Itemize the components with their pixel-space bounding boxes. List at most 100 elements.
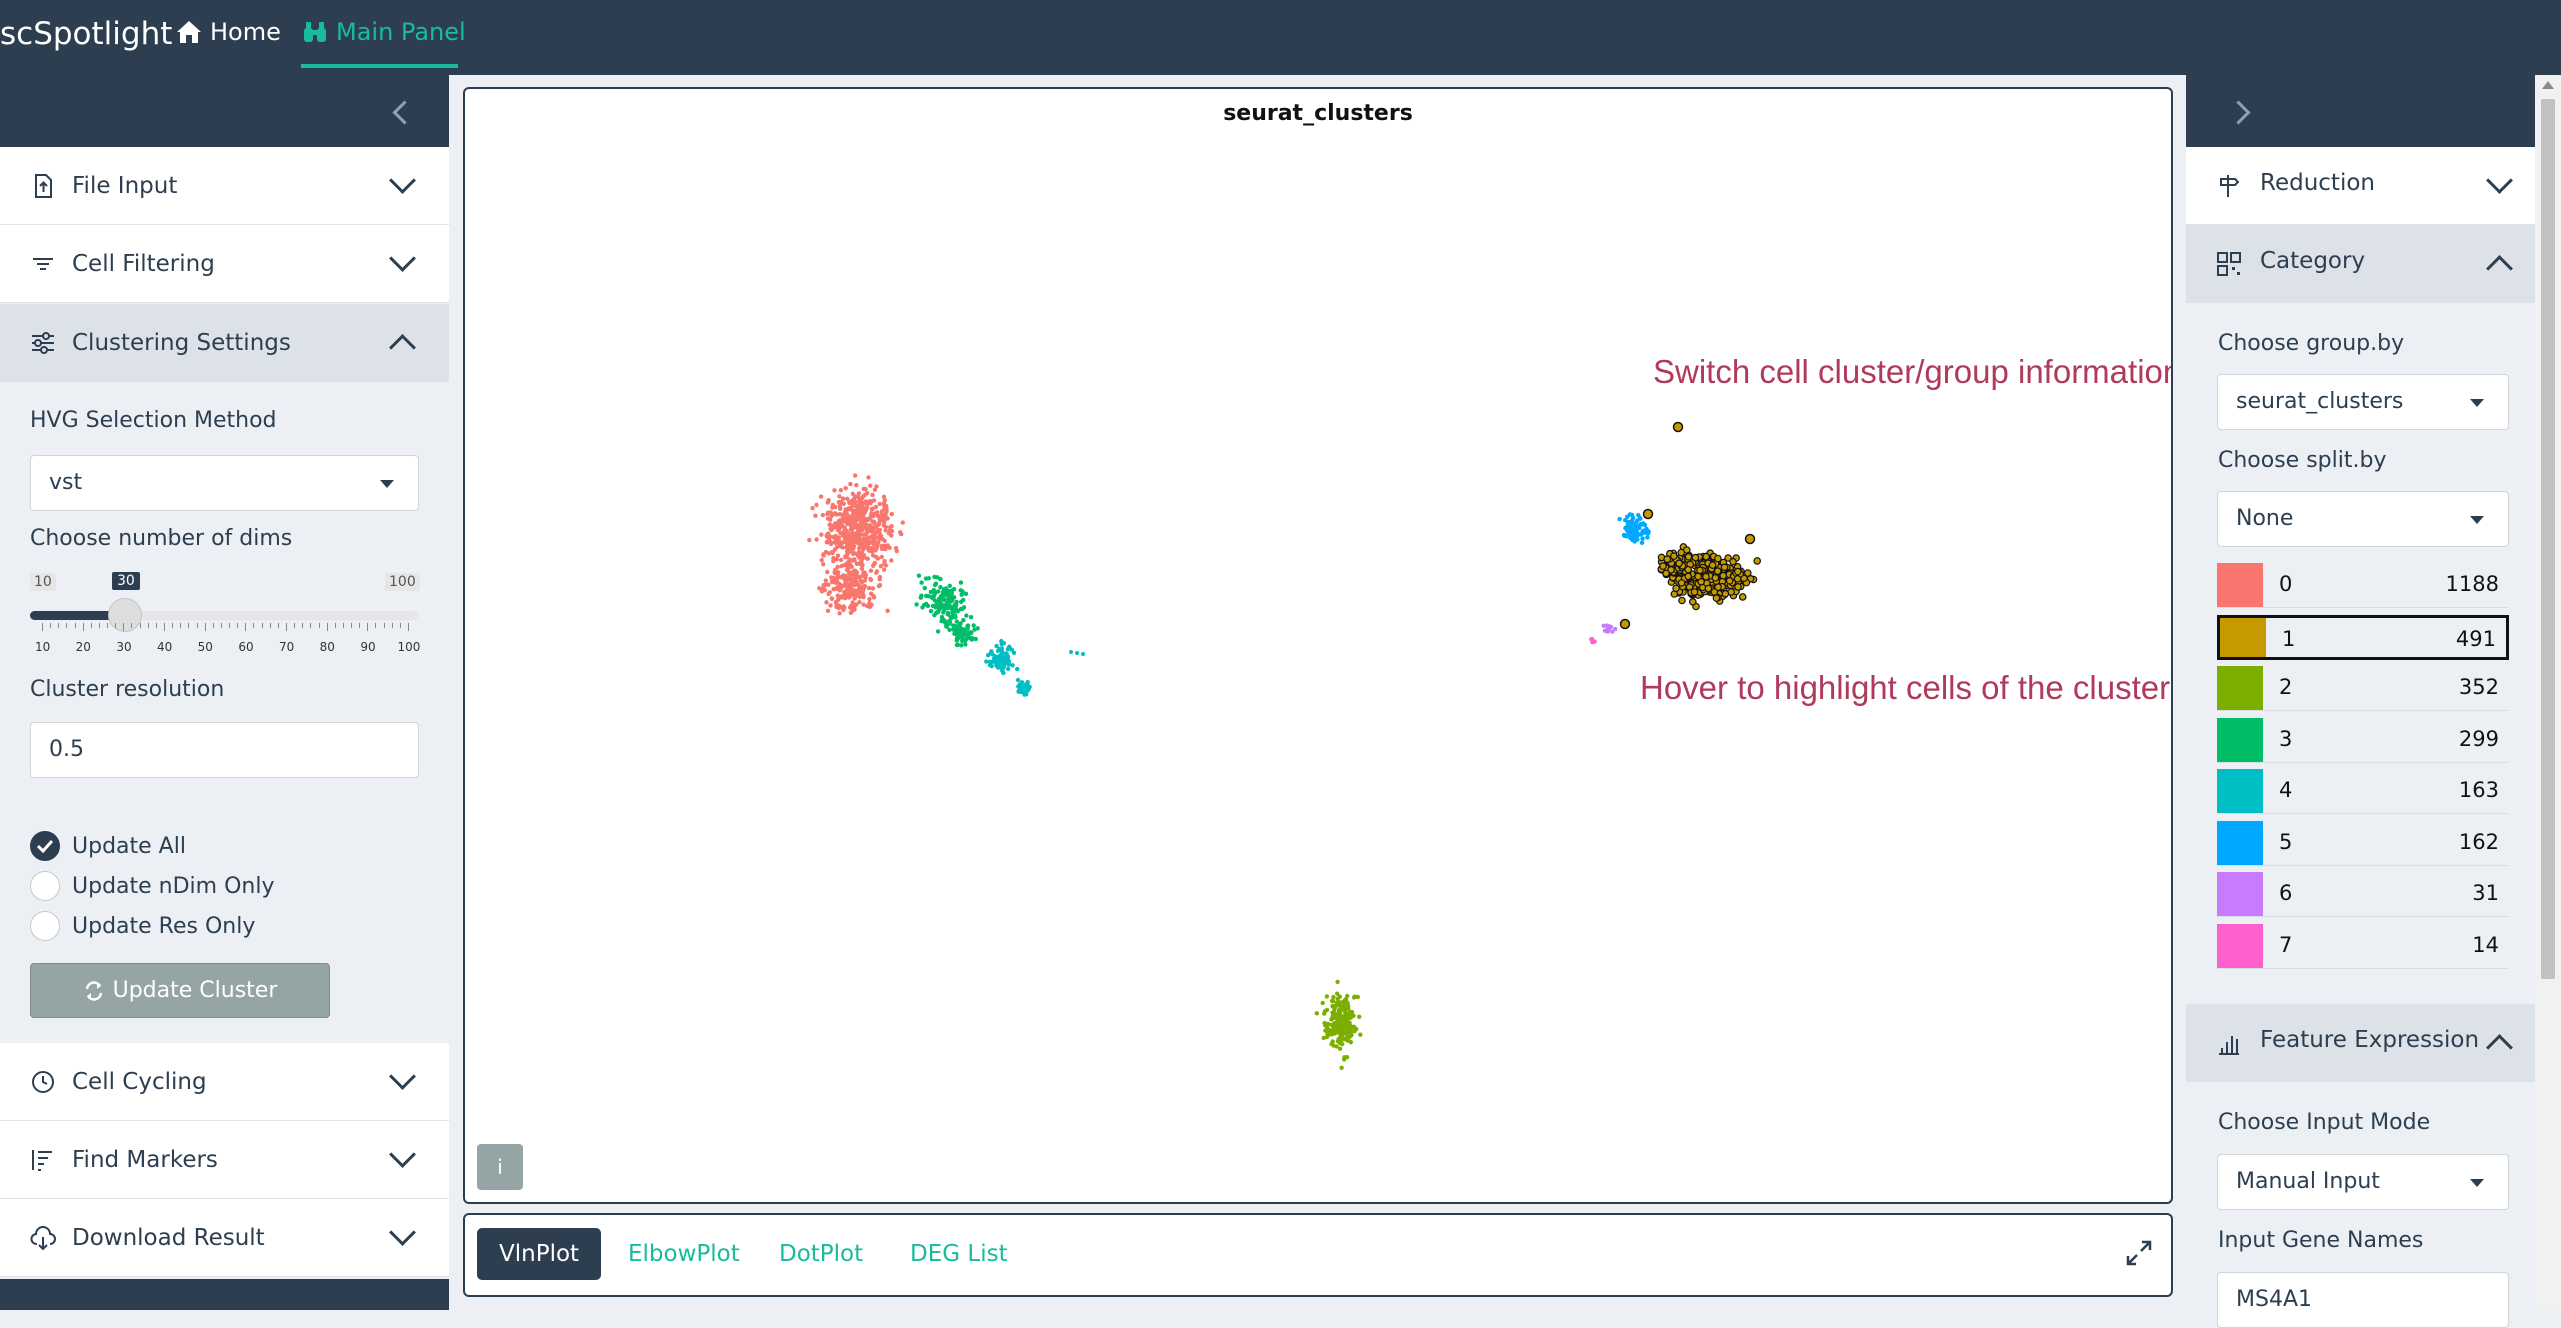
cell-point-cluster-1[interactable] [1702,572,1710,581]
cell-point-cluster-1[interactable] [1662,569,1670,578]
cell-point-cluster-3[interactable] [942,607,947,612]
cell-point-cluster-5[interactable] [1634,536,1640,541]
cell-point-cluster-0[interactable] [866,475,871,480]
cell-point-cluster-1[interactable] [1663,555,1672,563]
cell-point-cluster-3[interactable] [924,601,929,607]
cell-point-cluster-0[interactable] [818,494,824,499]
cell-point-cluster-1[interactable] [1721,589,1730,598]
cell-point-cluster-0[interactable] [865,556,870,561]
cell-point-cluster-3[interactable] [971,623,976,628]
cell-point-cluster-0[interactable] [861,515,866,520]
legend-item-cluster-0[interactable]: 0 1188 [2217,563,2509,608]
cell-point-cluster-2[interactable] [1324,1034,1330,1040]
groupby-select[interactable]: seurat_clusters [2217,374,2509,430]
cell-point-cluster-0[interactable] [877,534,883,539]
cell-point-cluster-0[interactable] [843,555,848,560]
cell-point-cluster-5[interactable] [1639,540,1645,545]
cell-point-cluster-0[interactable] [848,481,853,487]
cell-point-cluster-0[interactable] [843,578,848,583]
cell-point-cluster-3[interactable] [959,599,964,604]
accordion-reduction[interactable]: Reduction [2186,147,2535,225]
cell-point-cluster-0[interactable] [889,511,894,517]
cell-point-cluster-0[interactable] [838,506,843,511]
cell-point-cluster-2[interactable] [1337,1019,1342,1024]
cell-point-cluster-0[interactable] [876,521,882,527]
cell-point-cluster-0[interactable] [894,548,899,554]
cell-point-cluster-4[interactable] [1023,683,1028,688]
cell-point-cluster-0[interactable] [854,483,859,488]
cell-point-cluster-1[interactable] [1684,552,1693,561]
cell-point-cluster-2[interactable] [1332,1005,1338,1010]
accordion-category[interactable]: Category [2186,225,2535,303]
radio-update-res-only[interactable]: Update Res Only [30,911,255,941]
cell-point-cluster-3[interactable] [916,573,922,578]
cell-point-cluster-1[interactable] [1659,562,1667,570]
cell-point-cluster-0[interactable] [837,494,842,499]
cell-point-cluster-3[interactable] [919,580,924,585]
cell-point-cluster-0[interactable] [861,594,866,600]
update-cluster-button[interactable]: Update Cluster [30,963,330,1018]
umap-scatter-plot[interactable] [465,89,2171,1202]
cell-point-cluster-0[interactable] [843,486,848,491]
tab-vlnplot[interactable]: VlnPlot [477,1228,602,1280]
cell-point-cluster-0[interactable] [864,531,869,536]
cell-point-cluster-0[interactable] [874,484,879,489]
cell-point-cluster-5[interactable] [1635,518,1640,523]
legend-item-cluster-1[interactable]: 1 491 [2217,614,2509,660]
nav-main-panel[interactable]: Main Panel [302,18,466,46]
cell-point-cluster-3[interactable] [938,576,943,582]
cell-point-cluster-3[interactable] [919,593,924,598]
legend-item-cluster-5[interactable]: 5 162 [2217,820,2509,866]
cell-point-cluster-0[interactable] [851,517,857,522]
cell-point-cluster-4[interactable] [993,656,998,661]
cell-point-cluster-0[interactable] [814,537,819,542]
cell-point-cluster-4[interactable] [995,648,1001,654]
cell-point-cluster-2[interactable] [1322,1020,1327,1026]
collapse-left-icon[interactable] [392,100,417,125]
cell-point-cluster-0[interactable] [876,539,881,545]
cell-point-cluster-3[interactable] [954,636,960,641]
cell-point-cluster-4[interactable] [1001,661,1006,666]
cell-point-cluster-3[interactable] [959,643,964,648]
input-mode-select[interactable]: Manual Input [2217,1154,2509,1210]
cell-point-cluster-0[interactable] [833,569,839,575]
cell-point-cluster-0[interactable] [879,554,884,560]
cell-point-cluster-3[interactable] [953,629,958,635]
cell-point-cluster-0[interactable] [821,562,826,567]
cell-point-cluster-4[interactable] [1069,650,1073,654]
cell-point-cluster-0[interactable] [866,585,872,591]
cell-point-cluster-3[interactable] [961,629,967,635]
cell-point-cluster-0[interactable] [859,566,865,571]
cell-point-cluster-0[interactable] [877,501,882,507]
cell-point-cluster-0[interactable] [858,527,863,533]
splitby-select[interactable]: None [2217,491,2509,547]
tab-deg-list[interactable]: DEG List [888,1228,1030,1280]
cell-point-cluster-0[interactable] [838,585,844,591]
cell-point-cluster-0[interactable] [877,577,882,582]
cell-point-cluster-2[interactable] [1335,996,1340,1001]
cell-point-cluster-0[interactable] [844,592,849,597]
expand-icon[interactable] [2125,1239,2153,1267]
cell-point-cluster-5[interactable] [1629,526,1634,531]
cell-point-cluster-4[interactable] [1005,655,1010,660]
cell-point-cluster-0[interactable] [866,516,871,522]
cell-point-cluster-2[interactable] [1346,1011,1351,1017]
cell-point-cluster-0[interactable] [867,546,873,552]
cell-point-cluster-3[interactable] [953,614,958,620]
cell-point-cluster-2[interactable] [1345,1038,1350,1043]
cell-point-cluster-0[interactable] [847,557,852,562]
cell-point-cluster-0[interactable] [872,520,877,526]
cell-point-cluster-4[interactable] [1015,666,1020,672]
cell-point-cluster-1[interactable] [1713,567,1722,575]
cell-point-cluster-5[interactable] [1640,536,1645,541]
cell-point-cluster-5[interactable] [1645,530,1650,536]
cell-point-cluster-4[interactable] [1015,677,1021,683]
cell-point-cluster-0[interactable] [871,563,876,568]
cell-point-cluster-3[interactable] [965,623,970,629]
cell-point-cluster-0[interactable] [829,596,834,601]
tab-dotplot[interactable]: DotPlot [757,1228,885,1280]
cell-point-cluster-3[interactable] [968,615,974,620]
cell-point-cluster-0[interactable] [849,525,855,531]
cell-point-cluster-1[interactable] [1738,593,1747,601]
cell-point-cluster-0[interactable] [834,576,840,581]
